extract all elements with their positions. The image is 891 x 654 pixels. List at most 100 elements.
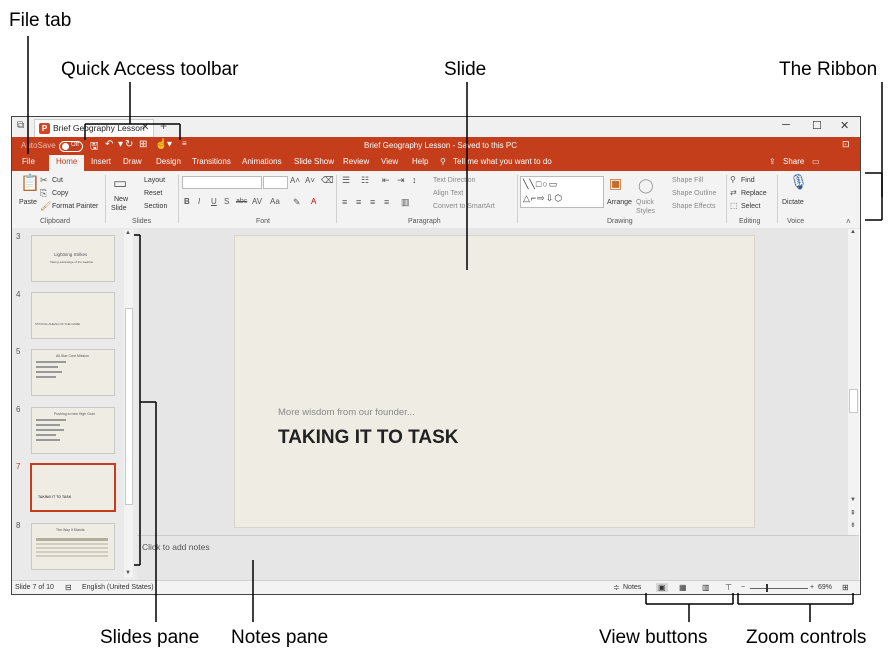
slide-sorter-icon[interactable]: ▦ — [679, 583, 687, 592]
bold-icon[interactable]: B — [184, 198, 190, 206]
tab-help[interactable]: Help — [412, 157, 428, 166]
undo-icon[interactable]: ↶ — [105, 139, 113, 150]
slides-pane-scrollbar[interactable]: ▲ ▼ — [124, 230, 133, 578]
zoom-level[interactable]: 69% — [818, 584, 832, 591]
more-commands-icon[interactable]: ≡ — [182, 139, 187, 148]
convert-smartart-button[interactable]: Convert to SmartArt — [433, 203, 495, 210]
tab-transitions[interactable]: Transitions — [192, 157, 231, 166]
decrease-font-icon[interactable]: A˅ — [305, 177, 315, 185]
tab-insert[interactable]: Insert — [91, 157, 111, 166]
slide-thumbnail-4[interactable]: STAYING AHEAD OF THE GAME — [31, 292, 115, 339]
reset-button[interactable]: Reset — [144, 190, 162, 197]
scroll-up-icon[interactable]: ▲ — [850, 229, 856, 235]
new-tab-icon[interactable]: + — [160, 119, 167, 133]
change-case-icon[interactable]: Aa — [270, 198, 280, 206]
scroll-thumb[interactable] — [125, 308, 133, 505]
notes-pane[interactable]: Click to add notes — [137, 535, 859, 581]
tab-file[interactable]: File — [22, 157, 35, 166]
align-center-icon[interactable]: ≡ — [356, 198, 361, 207]
tab-animations[interactable]: Animations — [242, 157, 282, 166]
slide-thumbnail-8[interactable]: The Way It Stands — [31, 523, 115, 570]
normal-view-icon[interactable]: ▣ — [656, 583, 668, 592]
tab-draw[interactable]: Draw — [123, 157, 142, 166]
outdent-icon[interactable]: ⇥ — [397, 176, 405, 185]
maximize-button[interactable]: ☐ — [812, 119, 822, 132]
quick-styles-label-2[interactable]: Styles — [636, 208, 655, 215]
highlight-icon[interactable]: ✎ — [293, 198, 301, 207]
line-spacing-icon[interactable]: ↕ — [412, 176, 417, 185]
language-label[interactable]: English (United States) — [82, 584, 154, 591]
close-window-button[interactable]: ✕ — [840, 119, 849, 132]
shadow-icon[interactable]: S — [224, 198, 229, 206]
shapes-gallery[interactable]: ╲╲□○▭ △⌐⇨⇩⬡ — [520, 176, 604, 208]
shape-effects-button[interactable]: Shape Effects — [672, 203, 715, 210]
ribbon-display-options-icon[interactable]: ⊡ — [842, 139, 850, 150]
align-left-icon[interactable]: ≡ — [342, 198, 347, 207]
font-name-box[interactable] — [182, 176, 262, 189]
strikethrough-icon[interactable]: abc — [236, 198, 247, 205]
tab-switcher-icon[interactable]: ⧉ — [17, 121, 24, 131]
numbering-icon[interactable]: ☷ — [361, 176, 369, 185]
notes-button[interactable]: Notes — [623, 584, 641, 591]
previous-slide-icon[interactable]: ⇞ — [850, 509, 856, 517]
tab-home[interactable]: Home — [49, 155, 85, 172]
italic-icon[interactable]: I — [198, 198, 200, 206]
comments-icon[interactable]: ▭ — [812, 157, 820, 166]
new-slide-label-2[interactable]: Slide — [111, 205, 127, 212]
character-spacing-icon[interactable]: AV — [252, 198, 262, 206]
layout-button[interactable]: Layout — [144, 177, 165, 184]
text-direction-button[interactable]: Text Direction — [433, 177, 475, 184]
share-button[interactable]: Share — [783, 157, 804, 166]
align-text-button[interactable]: Align Text — [433, 190, 463, 197]
slide-thumbnail-7[interactable]: TAKING IT TO TASK — [30, 463, 116, 512]
notes-placeholder[interactable]: Click to add notes — [142, 542, 210, 552]
font-size-box[interactable] — [263, 176, 288, 189]
tab-slide-show[interactable]: Slide Show — [294, 157, 334, 166]
shape-fill-button[interactable]: Shape Fill — [672, 177, 703, 184]
section-button[interactable]: Section — [144, 203, 167, 210]
zoom-out-icon[interactable]: − — [741, 584, 745, 591]
zoom-slider-handle[interactable] — [766, 584, 768, 592]
quick-styles-button[interactable]: Quick — [636, 199, 654, 206]
new-slide-label[interactable]: New — [114, 196, 128, 203]
scroll-thumb[interactable] — [849, 389, 858, 413]
tab-design[interactable]: Design — [156, 157, 181, 166]
paste-icon[interactable]: 📋 — [20, 176, 40, 192]
cut-button[interactable]: Cut — [52, 177, 63, 184]
copy-button[interactable]: Copy — [52, 190, 68, 197]
redo-icon[interactable]: ↻ — [125, 139, 133, 150]
scroll-down-icon[interactable]: ▼ — [125, 570, 131, 576]
clear-formatting-icon[interactable]: ⌫ — [321, 176, 334, 185]
fit-to-window-icon[interactable]: ⊞ — [842, 583, 849, 592]
slide-subtitle[interactable]: More wisdom from our founder... — [278, 407, 415, 418]
slide[interactable]: More wisdom from our founder... TAKING I… — [234, 235, 755, 528]
zoom-slider[interactable] — [750, 588, 808, 589]
font-color-icon[interactable]: A — [311, 198, 316, 206]
tab-review[interactable]: Review — [343, 157, 369, 166]
slide-show-icon[interactable]: ⊤ — [725, 583, 732, 592]
slide-thumbnail-3[interactable]: Lightning Strikes Taking advantage of th… — [31, 235, 115, 282]
bullets-icon[interactable]: ☰ — [342, 176, 350, 185]
tell-me-search[interactable]: Tell me what you want to do — [453, 157, 552, 166]
shape-outline-button[interactable]: Shape Outline — [672, 190, 716, 197]
paste-button[interactable]: Paste — [19, 199, 37, 206]
zoom-in-icon[interactable]: + — [810, 584, 814, 591]
spelling-icon[interactable]: ⊟ — [65, 583, 72, 592]
find-button[interactable]: Find — [741, 177, 755, 184]
slide-thumbnail-5[interactable]: All-Star Core Mission — [31, 349, 115, 396]
select-button[interactable]: Select — [741, 203, 760, 210]
touch-mode-icon[interactable]: ☝ — [155, 139, 167, 150]
slide-title[interactable]: TAKING IT TO TASK — [278, 427, 459, 449]
next-slide-icon[interactable]: ⇟ — [850, 521, 856, 529]
columns-icon[interactable]: ▥ — [401, 198, 410, 207]
document-tab[interactable]: P Brief Geography Lesson ✕ — [34, 119, 154, 138]
format-painter-button[interactable]: Format Painter — [52, 203, 98, 210]
collapse-ribbon-icon[interactable]: ˄ — [846, 218, 851, 226]
tab-view[interactable]: View — [381, 157, 398, 166]
indent-icon[interactable]: ⇤ — [382, 176, 390, 185]
autosave-toggle[interactable]: Off — [59, 141, 83, 152]
increase-font-icon[interactable]: A˄ — [290, 177, 300, 185]
undo-dropdown-icon[interactable]: ▾ — [118, 139, 123, 150]
close-tab-icon[interactable]: ✕ — [141, 122, 149, 133]
slide-scrollbar[interactable]: ▲ ▼ ⇞ ⇟ — [848, 229, 859, 535]
